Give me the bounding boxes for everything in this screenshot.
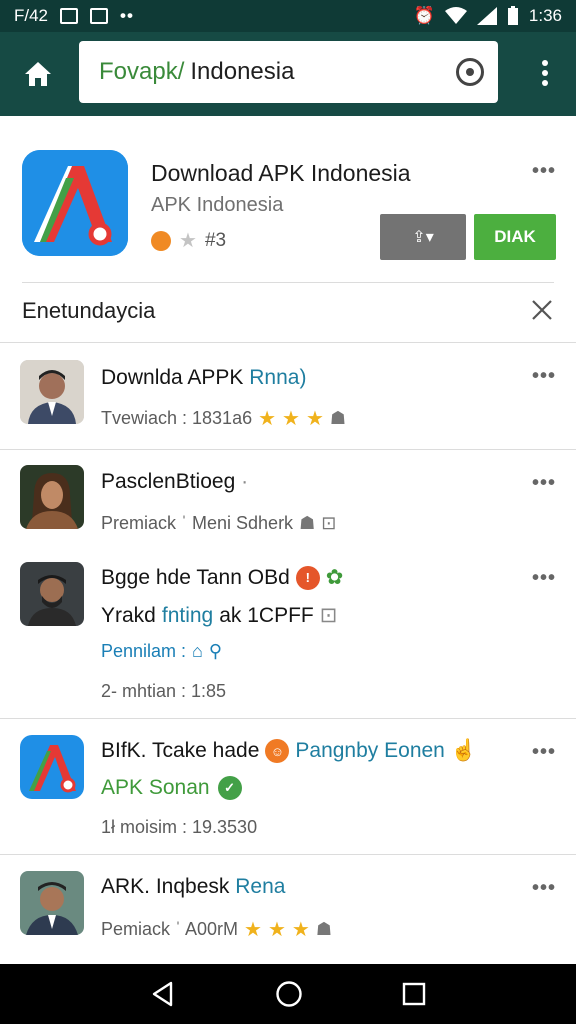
divider [22,282,554,283]
list-item[interactable]: Downlda APPK Rnna) Tvewiach : 1831a6 ★ ★… [0,343,576,449]
thumb-icon: ☗ [329,408,347,428]
notification-icon [60,8,79,24]
item-title: Bgge hde Tann OBd [101,565,290,589]
item-title: PasclenBtioeg [101,470,236,493]
item-meta: Tvewiach : 1831a6 [101,408,253,428]
search-prefix: Fovapk/ [99,58,185,85]
system-nav-bar [0,964,576,1024]
list-item[interactable]: Bgge hde Tann OBd ! ✿ Yrakd fnting ak 1C… [0,545,576,715]
back-icon[interactable] [150,981,176,1007]
item-line2-suffix: ak 1CPFF [219,603,314,627]
app-header: Download APK Indonesia APK Indonesia ★ #… [0,130,576,280]
app-more-icon[interactable]: ••• [532,160,556,183]
lock-icon: ⊡ [321,513,337,533]
close-icon[interactable] [530,298,554,322]
check-icon: ✓ [217,776,242,800]
home-icon [25,62,51,86]
lock-icon: ⊡ [319,604,338,627]
list-item[interactable]: ARK. Inqbesk Rena Pemiack ˈ A00rM ★ ★ ★ … [0,855,576,963]
status-bar: F/42 •• ⏰ 1:36 [0,0,576,32]
list-item[interactable]: PasclenBtioeg · Premiack ˈ Meni Sdherk ☗… [0,450,576,540]
item-subtitle[interactable]: APK Sonan [101,776,210,800]
avatar [20,465,84,529]
item-more-icon[interactable]: ••• [532,365,556,388]
item-tag[interactable]: Rena [235,875,285,898]
avatar [20,871,84,935]
item-title: ARK. Inqbesk [101,875,230,898]
item-tag: · [241,470,249,493]
section-title: Enetundaycia [22,298,156,323]
app-developer[interactable]: APK Indonesia [151,194,283,217]
thumb-up-icon: ☝ [450,739,478,762]
share-icon: ⇪▾ [412,229,434,246]
item-more-icon[interactable]: ••• [532,877,556,900]
star-icon: ★ [244,919,262,941]
share-button[interactable]: ⇪▾ [380,214,466,260]
signal-icon [476,7,497,25]
recents-icon[interactable] [402,982,426,1006]
star-icon: ★ [282,408,300,430]
badge-icon: ! [295,565,320,590]
star-icon: ★ [291,919,310,941]
avatar [20,360,84,424]
search-icon: ⚲ [208,641,223,661]
star-icon: ★ [258,408,277,430]
thumb-icon: ☗ [299,513,316,533]
search-input[interactable]: Fovapk/ Indonesia [79,41,498,103]
item-link[interactable]: fnting [162,604,213,628]
rating-rank: #3 [204,229,227,251]
rating-badge-icon [151,230,171,251]
wifi-icon [444,7,467,24]
item-meta: Pemiack ˈ A00rM [101,919,239,939]
app-title: Download APK Indonesia [151,160,411,186]
more-notifications-icon: •• [120,6,134,25]
star-icon: ★ [267,919,286,941]
list-item[interactable]: BIfK. Tcake hade ☺ Pangnby Eonen ☝ APK S… [0,719,576,854]
location-icon[interactable] [456,58,484,86]
top-app-bar: Fovapk/ Indonesia [0,32,576,116]
item-title: BIfK. Tcake hade [101,739,260,762]
star-icon: ★ [179,230,197,252]
app-icon[interactable] [22,150,128,256]
avatar [20,735,84,799]
verified-icon: ✿ [325,566,344,589]
alarm-icon: ⏰ [413,6,435,25]
home-button[interactable] [0,32,76,116]
install-button[interactable]: DIAK [474,214,556,260]
item-meta: Premiack ˈ Meni Sdherk [101,513,294,533]
carrier-label: F/42 [14,6,49,25]
search-query: Indonesia [190,58,295,85]
item-line3[interactable]: Pennilam : [101,641,186,662]
item-tag[interactable]: Pangnby Eonen [295,739,444,763]
badge-icon: ☺ [265,739,290,763]
star-icon: ★ [305,408,324,430]
avatar [20,562,84,626]
home-icon: ⌂ [192,641,203,661]
notification-icon [90,8,109,24]
app-rating: ★ #3 [151,228,226,253]
item-more-icon[interactable]: ••• [532,567,556,590]
item-line2: Yrakd [101,603,156,627]
home-nav-icon[interactable] [275,980,303,1008]
item-meta: 2- mhtian : 1:85 [101,681,227,701]
item-more-icon[interactable]: ••• [532,741,556,764]
item-title: Downlda APPK [101,366,244,389]
battery-icon [507,6,518,25]
item-tag[interactable]: Rnna) [249,366,306,389]
clock-time: 1:36 [528,6,562,25]
item-more-icon[interactable]: ••• [532,472,556,495]
item-meta: 1ł moisim : 19.3530 [101,817,258,837]
thumb-icon: ☗ [315,919,332,939]
overflow-menu-icon[interactable] [542,60,550,88]
